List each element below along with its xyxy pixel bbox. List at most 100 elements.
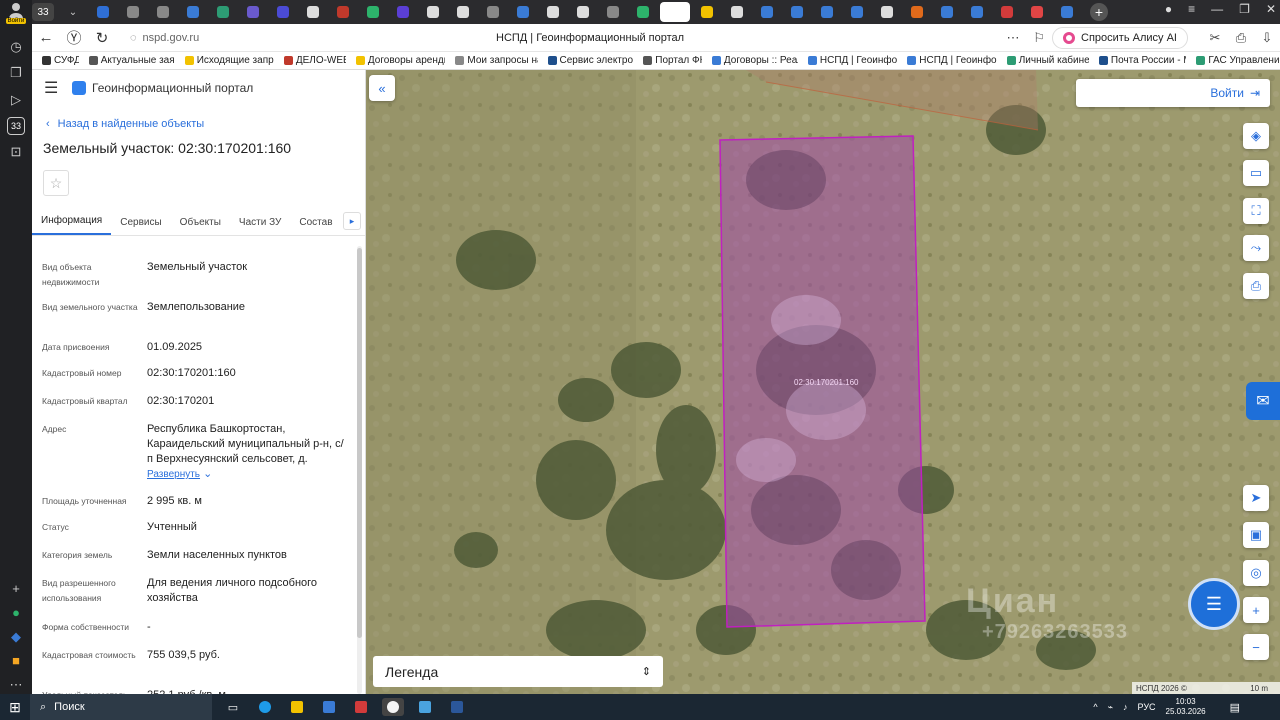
explorer-icon[interactable] xyxy=(286,698,308,716)
browser-tab[interactable] xyxy=(844,2,870,22)
navigate-icon[interactable]: ➤ xyxy=(1243,485,1269,511)
browser-tab[interactable] xyxy=(540,2,566,22)
tab-count-icon[interactable]: 33 xyxy=(6,116,26,135)
account-icon[interactable]: ● xyxy=(1165,2,1172,16)
tabs-scroll-right-icon[interactable]: ▸ xyxy=(343,212,361,230)
browser-tab[interactable] xyxy=(210,2,236,22)
browser-tab[interactable] xyxy=(240,2,266,22)
browser-tab[interactable] xyxy=(300,2,326,22)
browser-tab[interactable] xyxy=(450,2,476,22)
select-area-icon[interactable]: ⛶ xyxy=(1243,198,1269,224)
browser-tab[interactable] xyxy=(360,2,386,22)
share-icon[interactable]: ⤳ xyxy=(1243,235,1269,261)
alice-button[interactable]: Спросить Алису AI xyxy=(1052,26,1188,49)
network-icon[interactable]: ⌁ xyxy=(1108,702,1113,713)
bookmark-item[interactable]: Актуальные заяв xyxy=(88,55,175,66)
support-chat-icon[interactable]: ✉ xyxy=(1246,382,1280,420)
object-tab[interactable]: Объекты xyxy=(171,217,230,235)
browser-tab[interactable] xyxy=(510,2,536,22)
browser-tab[interactable] xyxy=(390,2,416,22)
menu-icon[interactable]: ≡ xyxy=(1188,2,1195,16)
language-indicator[interactable]: РУС xyxy=(1138,702,1156,712)
browser-tab[interactable] xyxy=(630,2,656,22)
yandex-browser-icon[interactable] xyxy=(382,698,404,716)
minimap-icon[interactable]: ▣ xyxy=(1243,522,1269,548)
browser-tab[interactable] xyxy=(270,2,296,22)
app-blue-icon[interactable]: ◆ xyxy=(6,628,26,646)
bookmark-item[interactable]: Договоры :: Реал xyxy=(711,55,798,66)
app-tool-icon[interactable] xyxy=(414,698,436,716)
more-icon[interactable]: ⋯ xyxy=(6,676,26,694)
windows-start-icon[interactable]: ⊞ xyxy=(0,699,30,716)
menu-burger-icon[interactable]: ☰ xyxy=(44,78,68,98)
layers-icon[interactable]: ◈ xyxy=(1243,123,1269,149)
notifications-icon[interactable]: ▤ xyxy=(1230,701,1240,714)
yandex-icon[interactable]: Ⓨ xyxy=(60,27,88,48)
browser-tab[interactable] xyxy=(1024,2,1050,22)
browser-tab[interactable] xyxy=(90,2,116,22)
add-panel-icon[interactable]: + xyxy=(6,579,26,597)
back-to-results-link[interactable]: ‹ Назад в найденные объекты xyxy=(46,118,365,130)
bookmark-item[interactable]: Договоры аренды xyxy=(355,55,445,66)
browser-tab[interactable] xyxy=(904,2,930,22)
bookmark-item[interactable]: НСПД | Геоинфор xyxy=(807,55,897,66)
tray-arrow-icon[interactable]: ^ xyxy=(1093,702,1097,712)
back-arrow-icon[interactable]: ← xyxy=(32,29,60,46)
video-icon[interactable]: ▷ xyxy=(6,91,26,109)
restore-icon[interactable]: ❐ xyxy=(1239,2,1250,16)
bookmark-item[interactable]: НСПД | Геоинфор xyxy=(907,55,997,66)
volume-icon[interactable]: ♪ xyxy=(1123,702,1128,712)
favorite-star-icon[interactable]: ☆ xyxy=(43,170,69,196)
ruler-icon[interactable]: ▭ xyxy=(1243,160,1269,186)
zoom-out-button[interactable]: − xyxy=(1243,634,1269,660)
app-red-icon[interactable] xyxy=(350,698,372,716)
browser-tab[interactable] xyxy=(724,2,750,22)
browser-tab[interactable] xyxy=(874,2,900,22)
browser-tab[interactable] xyxy=(1054,2,1080,22)
browser-tab[interactable] xyxy=(660,2,690,22)
browser-tab[interactable] xyxy=(754,2,780,22)
browser-tab[interactable] xyxy=(994,2,1020,22)
browser-tab[interactable] xyxy=(784,2,810,22)
browser-tab[interactable] xyxy=(964,2,990,22)
collections-icon[interactable]: ❐ xyxy=(6,64,26,82)
browser-tab[interactable] xyxy=(570,2,596,22)
edge-icon[interactable] xyxy=(254,698,276,716)
taskbar-search[interactable]: ⌕ Поиск xyxy=(30,694,212,720)
close-icon[interactable]: ✕ xyxy=(1266,2,1276,16)
browser-tab[interactable] xyxy=(814,2,840,22)
print-icon[interactable]: ⎙ xyxy=(1243,273,1269,299)
bookmark-item[interactable]: Портал ФК xyxy=(643,55,702,66)
app-window-icon[interactable] xyxy=(318,698,340,716)
object-tab[interactable]: Состав xyxy=(290,217,341,235)
browser-tab[interactable] xyxy=(330,2,356,22)
panel-scrollbar[interactable] xyxy=(357,246,362,694)
browser-tab[interactable] xyxy=(120,2,146,22)
geolocation-icon[interactable]: ◎ xyxy=(1243,560,1269,586)
login-button[interactable]: Войти ⇥ xyxy=(1076,79,1270,107)
browser-tab[interactable] xyxy=(694,2,720,22)
task-view-icon[interactable]: ▭ xyxy=(222,698,244,716)
extension-icon[interactable]: ✂ xyxy=(1202,30,1228,46)
bookmark-item[interactable]: Исходящие запро xyxy=(184,55,274,66)
zoom-in-button[interactable]: + xyxy=(1243,597,1269,623)
new-tab-button[interactable]: + xyxy=(1090,3,1108,21)
bookmark-item[interactable]: СУФД xyxy=(42,55,79,66)
bookmark-item[interactable]: ГАС Управление xyxy=(1196,55,1280,66)
legend-dropdown[interactable]: Легенда ⇕ xyxy=(373,656,663,687)
downloads-icon[interactable]: ⇩ xyxy=(1254,30,1280,46)
history-icon[interactable]: ◷ xyxy=(6,38,26,56)
url-field[interactable]: ◌ nspd.gov.ru xyxy=(130,32,410,44)
bookmark-item[interactable]: Почта России - М xyxy=(1098,55,1186,66)
site-info-icon[interactable]: ◌ xyxy=(130,32,137,44)
screenshot-icon[interactable]: ⊡ xyxy=(6,143,26,161)
more-dots-icon[interactable]: ⋯ xyxy=(1000,30,1026,46)
object-tab[interactable]: Части ЗУ xyxy=(230,217,290,235)
chat-bubble-icon[interactable]: ☰ xyxy=(1188,578,1240,630)
browser-tab[interactable] xyxy=(150,2,176,22)
expand-address-link[interactable]: Развернуть xyxy=(147,469,200,480)
extension-pdf-icon[interactable]: ⎙ xyxy=(1228,30,1254,46)
bookmark-icon[interactable]: ⚐ xyxy=(1026,30,1052,46)
bookmark-item[interactable]: Мои запросы на xyxy=(455,55,538,66)
browser-tab[interactable] xyxy=(480,2,506,22)
